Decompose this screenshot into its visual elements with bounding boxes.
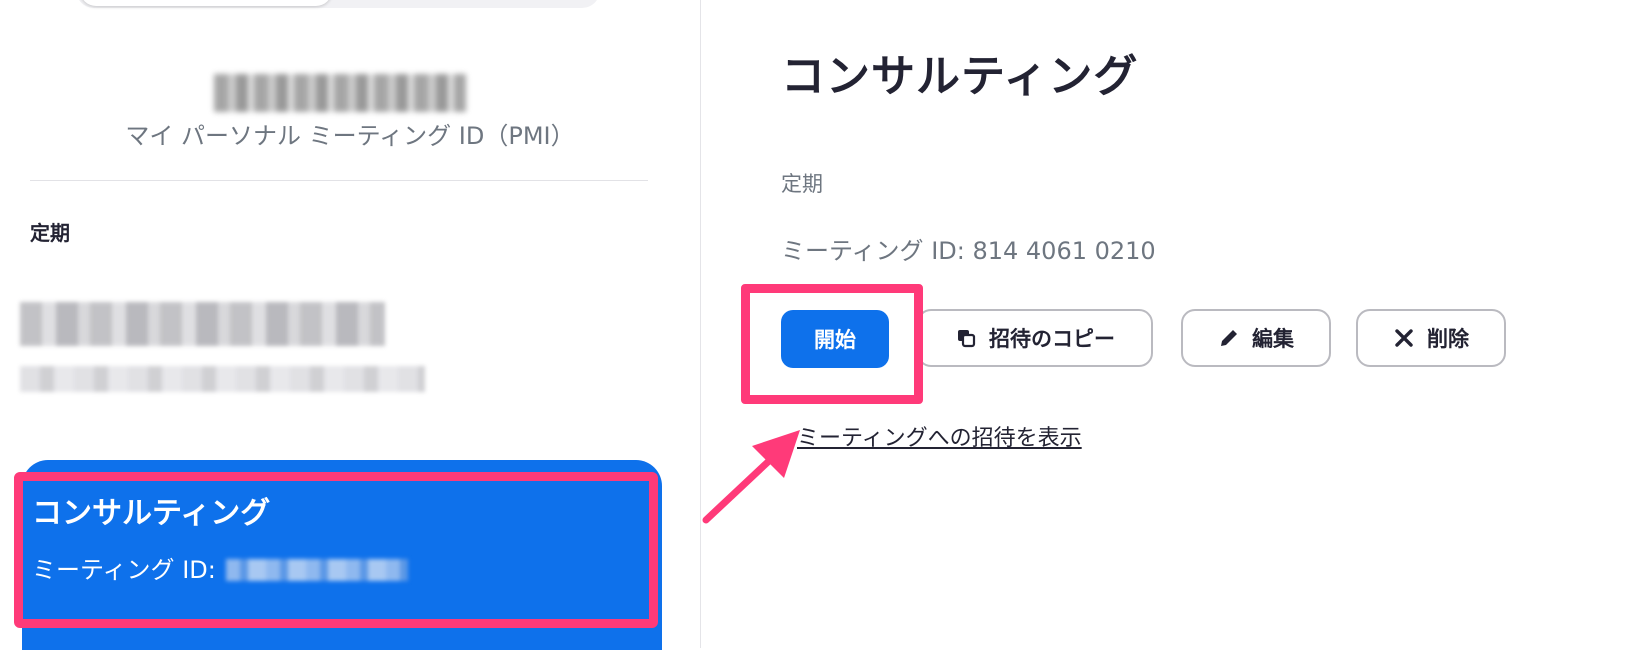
pmi-label: マイ パーソナル ミーティング ID（PMI）: [125, 122, 575, 150]
copy-icon: [955, 327, 977, 349]
pencil-icon: [1218, 327, 1240, 349]
meeting-title: コンサルティング: [781, 51, 1139, 102]
close-icon: [1393, 327, 1415, 349]
section-title-recurring: 定期: [30, 221, 70, 245]
tab-upcoming[interactable]: [80, 0, 332, 6]
pmi-number-redacted: [214, 74, 466, 112]
edit-label: 編集: [1252, 327, 1294, 351]
divider: [30, 180, 648, 181]
delete-button[interactable]: 削除: [1356, 309, 1506, 367]
meetings-tab-switcher[interactable]: [76, 0, 600, 8]
meeting-recurring-label: 定期: [781, 172, 823, 196]
annotation-highlight-card: [14, 472, 658, 628]
meetings-sidebar: マイ パーソナル ミーティング ID（PMI） 定期 コンサルティング ミーティ…: [0, 0, 700, 650]
annotation-highlight-start: [741, 284, 923, 404]
copy-invitation-button[interactable]: 招待のコピー: [917, 309, 1153, 367]
show-invitation-link[interactable]: ミーティングへの招待を表示: [797, 420, 1082, 452]
copy-invitation-label: 招待のコピー: [989, 327, 1115, 351]
meeting-id: ミーティング ID: 814 4061 0210: [781, 237, 1156, 265]
edit-button[interactable]: 編集: [1181, 309, 1331, 367]
delete-label: 削除: [1427, 327, 1469, 351]
meeting-list-item-redacted-subtitle[interactable]: [20, 366, 425, 392]
meeting-list-item-redacted-title[interactable]: [20, 302, 385, 346]
meeting-detail-panel: コンサルティング 定期 ミーティング ID: 814 4061 0210 開始 …: [701, 0, 1634, 648]
